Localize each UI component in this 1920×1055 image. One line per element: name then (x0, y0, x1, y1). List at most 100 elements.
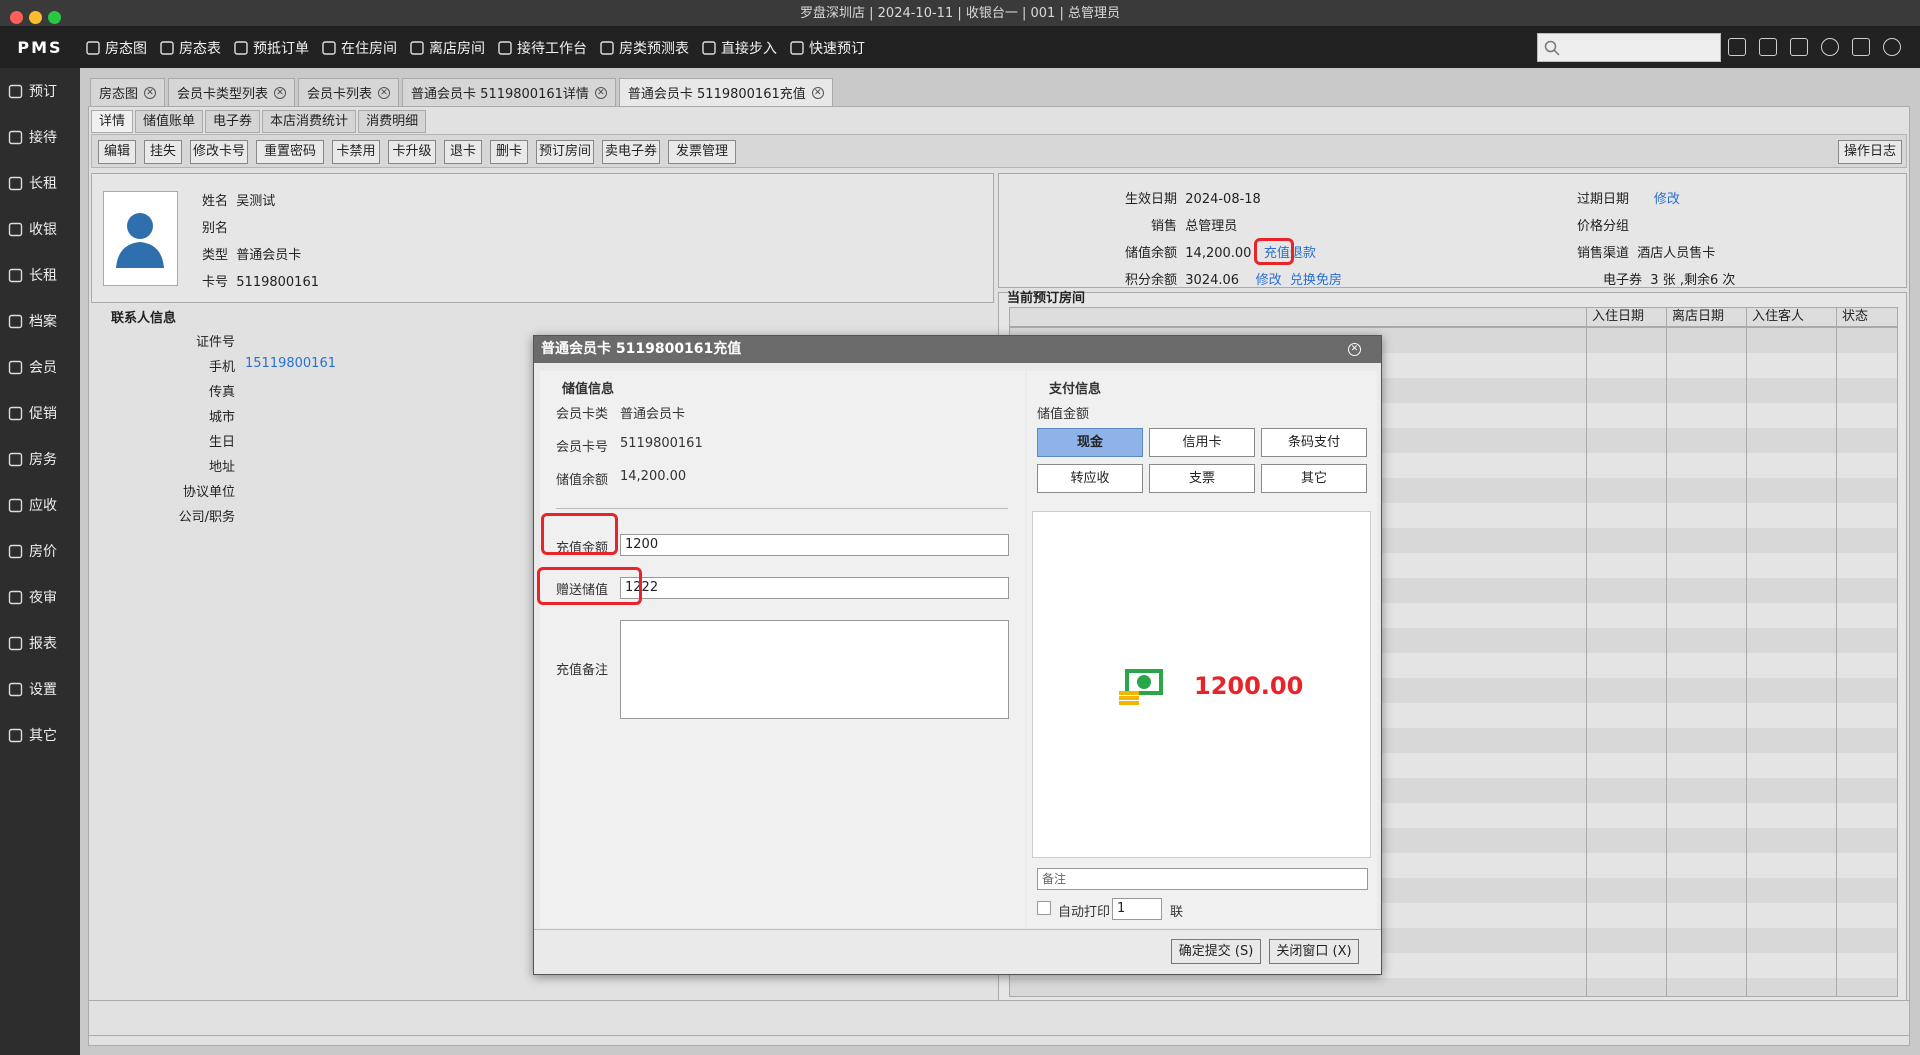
sidebar-item[interactable]: 接待 (0, 114, 80, 160)
column-header[interactable]: 状态 (1836, 308, 1897, 328)
topnav-item-label: 直接步入 (721, 40, 777, 57)
sidebar-item[interactable]: 其它 (0, 712, 80, 758)
document-tab[interactable]: 普通会员卡 5119800161详情 ✕ (402, 78, 616, 106)
document-tab[interactable]: 会员卡列表 ✕ (298, 78, 400, 106)
tab-close-icon[interactable]: ✕ (378, 86, 391, 99)
globe-icon[interactable] (1821, 38, 1839, 56)
topnav-item-label: 房态图 (105, 40, 147, 57)
points-exchange-link[interactable]: 兑换免房 (1290, 273, 1342, 288)
message-icon[interactable] (1728, 38, 1746, 56)
subtab[interactable]: 详情 (91, 110, 134, 133)
sidebar-item[interactable]: 促销 (0, 390, 80, 436)
sidebar-item[interactable]: 会员 (0, 344, 80, 390)
zoom-window-button[interactable] (48, 11, 61, 24)
sidebar-item[interactable]: 房务 (0, 436, 80, 482)
toolbar-button[interactable]: 卡升级 (388, 140, 436, 164)
sidebar-icon (8, 728, 23, 742)
lock-icon[interactable] (1852, 38, 1870, 56)
bonus-value-input[interactable]: 1222 (620, 577, 1009, 599)
sidebar-item[interactable]: 报表 (0, 620, 80, 666)
tab-close-icon[interactable]: ✕ (274, 86, 287, 99)
contact-field-label: 城市 (208, 410, 235, 425)
card-label: 卡号 (202, 275, 229, 290)
grid-icon (86, 40, 100, 55)
sidebar-item[interactable]: 房价 (0, 528, 80, 574)
channel-label: 销售渠道 (1577, 246, 1630, 261)
calculator-icon[interactable] (1759, 38, 1777, 56)
points-edit-link[interactable]: 修改 (1256, 273, 1282, 288)
sidebar-item[interactable]: 应收 (0, 482, 80, 528)
document-tab[interactable]: 普通会员卡 5119800161充值 ✕ (618, 78, 833, 106)
dialog-title-bar[interactable]: 普通会员卡 5119800161充值 ✕ (534, 336, 1381, 363)
document-tab[interactable]: 会员卡类型列表 ✕ (168, 78, 296, 106)
dialog-close-icon[interactable]: ✕ (1348, 343, 1361, 356)
pay-method-button[interactable]: 条码支付 (1261, 428, 1367, 457)
minimize-window-button[interactable] (29, 11, 42, 24)
sidebar-item[interactable]: 长租 (0, 160, 80, 206)
close-dialog-button[interactable]: 关闭窗口 (X) (1269, 939, 1359, 964)
pay-method-button[interactable]: 支票 (1149, 464, 1255, 493)
print-copies-stepper[interactable]: 1 (1112, 898, 1162, 920)
pay-method-button[interactable]: 其它 (1261, 464, 1367, 493)
contact-field-label: 生日 (208, 435, 235, 450)
sidebar-item[interactable]: 预订 (0, 68, 80, 114)
sidebar-item[interactable]: 设置 (0, 666, 80, 712)
topnav-item[interactable]: 在住房间 (322, 27, 397, 68)
search-input[interactable] (1537, 33, 1721, 62)
expire-edit-link[interactable]: 修改 (1654, 192, 1680, 207)
sidebar-item[interactable]: 夜审 (0, 574, 80, 620)
pay-method-button[interactable]: 现金 (1037, 428, 1143, 457)
recharge-remark-textarea[interactable] (620, 620, 1009, 719)
toolbar-button[interactable]: 编辑 (98, 140, 136, 164)
toolbar-button[interactable]: 修改卡号 (190, 140, 248, 164)
column-header[interactable]: 入住日期 (1586, 308, 1666, 328)
sidebar-item[interactable]: 长租 (0, 252, 80, 298)
toolbar-button[interactable]: 挂失 (144, 140, 182, 164)
auto-print-checkbox[interactable] (1037, 901, 1051, 915)
close-window-button[interactable] (10, 11, 23, 24)
sidebar-item[interactable]: 档案 (0, 298, 80, 344)
points-value: 3024.06 (1185, 273, 1240, 288)
toolbar-button[interactable]: 删卡 (490, 140, 528, 164)
sidebar-item-label: 应收 (29, 498, 57, 514)
upcoming-title: 当前预订房间 (1007, 291, 1086, 306)
toolbar-button[interactable]: 卖电子券 (602, 140, 660, 164)
toolbar-button[interactable]: 预订房间 (536, 140, 594, 164)
subtab[interactable]: 储值账单 (135, 110, 204, 133)
column-header[interactable]: 入住客人 (1746, 308, 1836, 328)
subtab[interactable]: 消费明细 (358, 110, 427, 133)
topnav-item[interactable]: 接待工作台 (498, 27, 587, 68)
toolbar-button[interactable]: 重置密码 (256, 140, 324, 164)
subtab[interactable]: 电子券 (205, 110, 261, 133)
topnav-item[interactable]: 房态表 (160, 27, 221, 68)
tab-close-icon[interactable]: ✕ (594, 86, 607, 99)
contact-field-value[interactable]: 15119800161 (245, 356, 336, 371)
sidebar-item[interactable]: 收银 (0, 206, 80, 252)
power-icon[interactable] (1883, 38, 1901, 56)
topnav-item[interactable]: 房态图 (86, 27, 147, 68)
subtab[interactable]: 本店消费统计 (262, 110, 357, 133)
topnav-item[interactable]: 离店房间 (410, 27, 485, 68)
recharge-amount-input[interactable]: 1200 (620, 534, 1009, 556)
toolbar-button[interactable]: 卡禁用 (332, 140, 380, 164)
submit-button[interactable]: 确定提交 (S) (1171, 939, 1261, 964)
translate-icon[interactable] (1790, 38, 1808, 56)
toolbar-button[interactable]: 发票管理 (668, 140, 736, 164)
document-tab[interactable]: 房态图 ✕ (90, 78, 166, 106)
app-logo: PMS (17, 38, 63, 57)
column-header[interactable]: 离店日期 (1666, 308, 1746, 328)
payment-note-input[interactable]: 备注 (1037, 868, 1368, 890)
topnav-item[interactable]: 快速预订 (790, 27, 865, 68)
tab-close-icon[interactable]: ✕ (811, 86, 824, 99)
toolbar-button[interactable]: 退卡 (444, 140, 482, 164)
payment-section: 支付信息 储值金额 现金 信用卡 条码支付 转应收 支票 其它 1200.00 备注 自动… (1027, 371, 1377, 928)
topnav-item[interactable]: 直接步入 (702, 27, 777, 68)
topnav-item[interactable]: 房类预测表 (600, 27, 689, 68)
tab-close-icon[interactable]: ✕ (144, 86, 157, 99)
sidebar-item-label: 长租 (29, 176, 57, 192)
pay-method-button[interactable]: 信用卡 (1149, 428, 1255, 457)
topnav-item[interactable]: 预抵订单 (234, 27, 309, 68)
recharge-dialog: 普通会员卡 5119800161充值 ✕ 储值信息 会员卡类 普通会员卡 会员卡… (533, 335, 1382, 975)
pay-method-button[interactable]: 转应收 (1037, 464, 1143, 493)
operation-log-button[interactable]: 操作日志 (1838, 140, 1902, 164)
